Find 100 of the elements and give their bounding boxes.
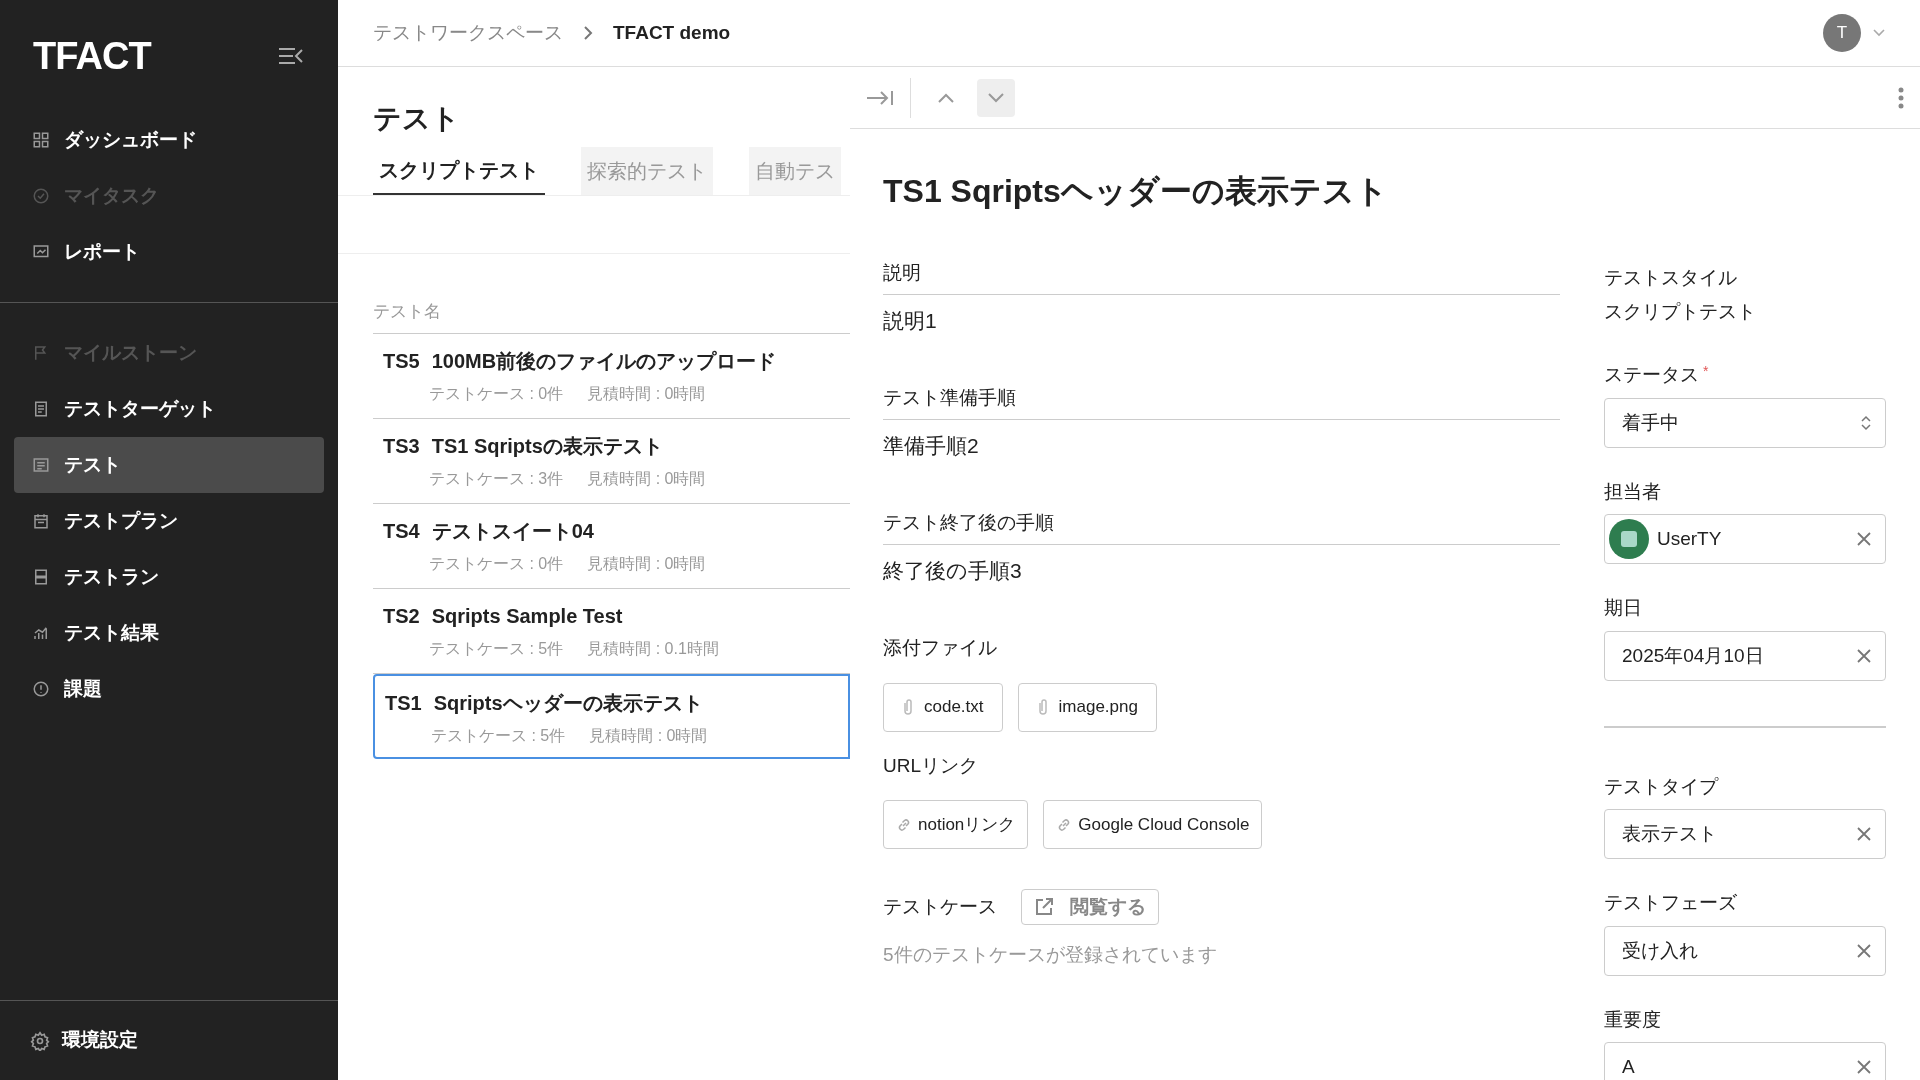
field-label: テストフェーズ xyxy=(1604,891,1737,916)
nav-item[interactable]: レポート xyxy=(14,224,324,280)
field-value: 受け入れ xyxy=(1622,938,1699,963)
estimated-time: 見積時間 : 0時間 xyxy=(587,383,706,404)
section-label: URLリンク xyxy=(883,753,979,778)
test-name: Sqripts Sample Test xyxy=(431,603,623,629)
nav-item[interactable]: テストラン xyxy=(14,549,324,605)
input-field[interactable]: 表示テスト xyxy=(1604,809,1886,860)
collapse-panel-icon[interactable] xyxy=(866,88,894,107)
settings-icon xyxy=(30,1030,50,1051)
check-circle-icon xyxy=(32,187,50,205)
estimated-time: 見積時間 : 0時間 xyxy=(589,725,708,746)
section-value: 準備手順2 xyxy=(883,432,980,459)
clear-icon[interactable] xyxy=(1857,827,1871,842)
external-link-icon xyxy=(1034,897,1054,917)
url-link-chip[interactable]: notionリンク xyxy=(883,800,1029,849)
section-value: 説明1 xyxy=(883,307,938,334)
nav-item[interactable]: テストターゲット xyxy=(14,381,324,437)
nav-item[interactable]: テスト結果 xyxy=(14,605,324,661)
alert-circle-icon xyxy=(32,680,50,698)
test-id: TS1 xyxy=(385,690,422,716)
clear-icon[interactable] xyxy=(1857,532,1871,547)
next-button[interactable] xyxy=(977,78,1015,117)
field-label: 重要度 xyxy=(1604,1007,1661,1032)
field-value: 表示テスト xyxy=(1622,822,1718,846)
test-list-item[interactable]: TS1 Sqriptsヘッダーの表示テスト テストケース : 5件 見積時間 : 0時間 xyxy=(373,673,850,759)
sort-icon[interactable] xyxy=(1861,414,1871,431)
attachment-chip[interactable]: code.txt xyxy=(883,682,1003,732)
calendar-icon xyxy=(32,512,50,530)
assignee-field[interactable]: UserTY xyxy=(1604,514,1886,565)
breadcrumb-link[interactable]: テストワークスペース xyxy=(373,18,563,48)
field-value: A xyxy=(1622,1055,1636,1079)
input-field[interactable]: 受け入れ xyxy=(1604,925,1886,976)
nav-item[interactable]: テスト xyxy=(14,437,324,493)
clear-icon[interactable] xyxy=(1857,648,1871,663)
test-name: TS1 Sqriptsの表示テスト xyxy=(431,433,663,459)
chevron-right-icon xyxy=(583,26,593,40)
field-label: 担当者 xyxy=(1604,479,1661,504)
url-link-chip[interactable]: Google Cloud Console xyxy=(1043,800,1263,849)
logo: TFACT xyxy=(33,37,151,75)
user-avatar[interactable]: T xyxy=(1823,14,1861,52)
view-button[interactable]: 閲覧する xyxy=(1021,889,1159,925)
avatar-icon xyxy=(1609,519,1649,560)
paperclip-icon xyxy=(1036,698,1049,716)
input-field[interactable]: 2025年04月10日 xyxy=(1604,630,1886,681)
chevron-down-icon[interactable] xyxy=(1873,29,1885,37)
chevron-down-icon xyxy=(988,92,1004,103)
detail-title: TS1 Sqriptsヘッダーの表示テスト xyxy=(883,172,1389,211)
nav-item[interactable]: 課題 xyxy=(14,661,324,717)
test-case-count: テストケース : 5件 xyxy=(429,638,564,659)
required-mark: * xyxy=(1703,362,1709,382)
collapse-menu-icon[interactable] xyxy=(278,46,304,66)
nav-item[interactable]: テストプラン xyxy=(14,493,324,549)
section-label: テスト準備手順 xyxy=(883,384,1560,420)
test-list-item[interactable]: TS3 TS1 Sqriptsの表示テスト テストケース : 3件 見積時間 : 0時間 xyxy=(373,418,850,504)
tab[interactable]: スクリプトテスト xyxy=(373,147,545,195)
field-label: テストタイプ xyxy=(1604,774,1718,799)
more-options-icon[interactable] xyxy=(1898,86,1904,109)
field-value: UserTY xyxy=(1657,527,1723,551)
test-list-item[interactable]: TS2 Sqripts Sample Test テストケース : 5件 見積時間 : 0.1時間 xyxy=(373,588,850,674)
input-field[interactable]: A xyxy=(1604,1042,1886,1080)
test-case-count: テストケース : 5件 xyxy=(431,725,566,746)
attachment-chip[interactable]: image.png xyxy=(1017,682,1157,732)
clear-icon[interactable] xyxy=(1857,943,1871,958)
section-label: 添付ファイル xyxy=(883,636,998,660)
test-case-count: テストケース : 0件 xyxy=(429,553,564,574)
chevron-up-icon xyxy=(938,92,954,103)
breadcrumb-current: TFACT demo xyxy=(613,20,731,45)
estimated-time: 見積時間 : 0.1時間 xyxy=(587,638,719,659)
section-label: テストケース xyxy=(883,894,997,919)
test-name: Sqriptsヘッダーの表示テスト xyxy=(433,690,703,716)
bar-chart-icon xyxy=(32,624,50,642)
field-value: スクリプトテスト xyxy=(1604,299,1757,324)
nav-item[interactable]: ダッシュボード xyxy=(14,112,324,168)
estimated-time: 見積時間 : 0時間 xyxy=(587,553,706,574)
test-list-item[interactable]: TS4 テストスイート04 テストケース : 0件 見積時間 : 0時間 xyxy=(373,503,850,589)
page-title: テスト xyxy=(372,105,461,133)
test-case-count: テストケース : 0件 xyxy=(429,383,564,404)
section-value: 終了後の手順3 xyxy=(883,557,1023,584)
paperclip-icon xyxy=(902,698,914,716)
clear-icon[interactable] xyxy=(1857,1060,1871,1075)
field-value: 2025年04月10日 xyxy=(1622,643,1765,668)
field-label: テストスタイル xyxy=(1604,266,1738,290)
test-name: テストスイート04 xyxy=(431,518,594,544)
settings-link[interactable]: 環境設定 xyxy=(62,1026,138,1055)
status-select[interactable]: 着手中 xyxy=(1604,397,1886,448)
field-label: 期日 xyxy=(1604,596,1642,621)
document-icon xyxy=(32,400,50,418)
list-icon xyxy=(32,456,50,474)
link-icon xyxy=(896,816,912,833)
test-id: TS3 xyxy=(383,433,420,459)
section-label: テスト終了後の手順 xyxy=(883,509,1560,545)
section-label: 説明 xyxy=(883,259,1560,295)
test-list-item[interactable]: TS5 100MB前後のファイルのアップロード テストケース : 0件 見積時間 : 0時間 xyxy=(373,333,850,419)
stack-icon xyxy=(32,568,50,586)
field-value: 着手中 xyxy=(1622,410,1680,435)
estimated-time: 見積時間 : 0時間 xyxy=(587,468,706,489)
grid-icon xyxy=(32,131,50,149)
test-id: TS2 xyxy=(383,603,420,629)
field-label: ステータス xyxy=(1604,363,1699,388)
